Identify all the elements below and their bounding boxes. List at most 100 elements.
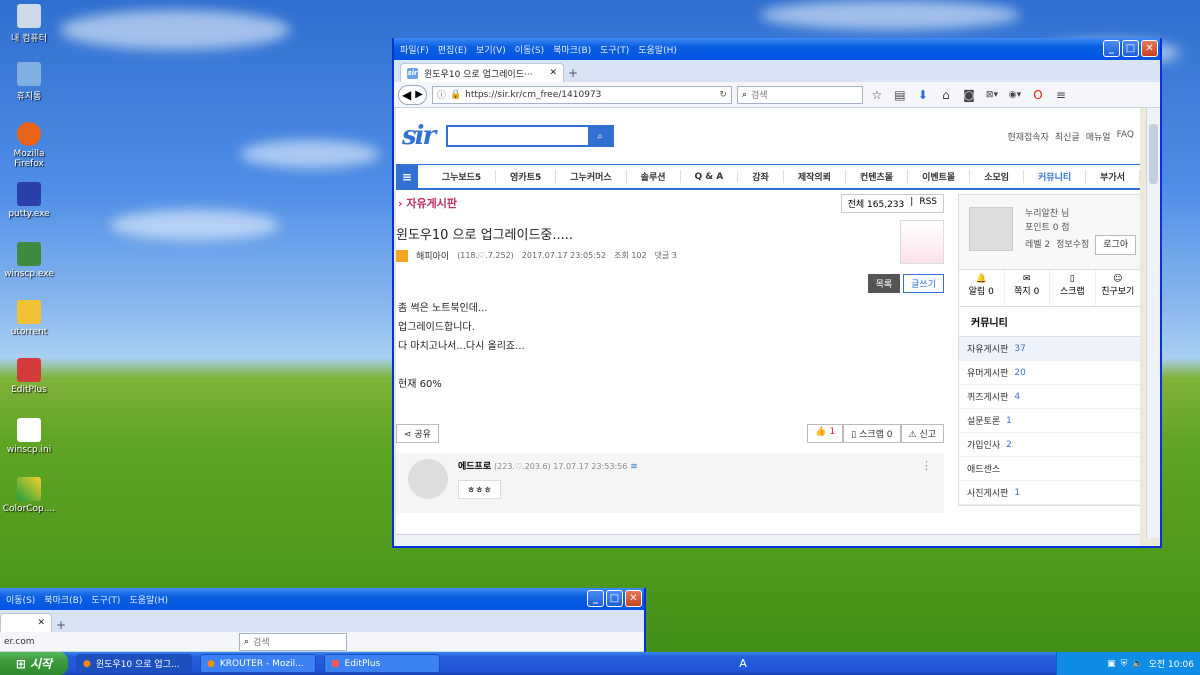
community-item[interactable]: 애드센스: [959, 457, 1140, 481]
new-tab-icon[interactable]: +: [56, 618, 66, 632]
desktop-icon-winscp[interactable]: winscp.exe: [0, 242, 58, 279]
background-browser-window[interactable]: 이동(S) 북마크(B) 도구(T) 도움말(H) _ □ ✕ ✕ + er.com ⌕ 검색: [0, 588, 646, 654]
scrap-list-button[interactable]: ▯ 스크랩: [1050, 270, 1096, 306]
language-indicator[interactable]: A: [739, 657, 757, 670]
menu-bookmarks[interactable]: 북마크(B): [44, 593, 82, 606]
active-tab[interactable]: sir 윈도우10 으로 업그레이드··· ✕: [400, 63, 564, 82]
desktop-icon-recycle-bin[interactable]: 휴지통: [0, 62, 58, 102]
logout-button[interactable]: 로그아: [1095, 235, 1137, 255]
hamburger-menu-icon[interactable]: ≡: [1052, 88, 1070, 102]
download-icon[interactable]: ⬇: [914, 88, 932, 102]
nav-item[interactable]: 소모임: [970, 170, 1025, 183]
list-button[interactable]: 목록: [867, 274, 901, 293]
start-button[interactable]: ⊞ 시작: [0, 652, 68, 675]
forward-icon[interactable]: ▶: [415, 89, 423, 100]
home-icon[interactable]: ⌂: [937, 88, 955, 102]
desktop-icon-firefox[interactable]: Mozilla Firefox: [0, 122, 58, 169]
menu-edit[interactable]: 편집(E): [438, 43, 467, 56]
minimize-button[interactable]: _: [1103, 40, 1120, 57]
taskbar-item-editplus[interactable]: ■ EditPlus: [324, 654, 440, 673]
search-box[interactable]: ⌕ 검색: [239, 632, 347, 651]
maximize-button[interactable]: □: [1122, 40, 1139, 57]
pocket-icon[interactable]: ◙: [960, 88, 978, 102]
nav-item[interactable]: 컨텐츠몰: [846, 170, 909, 183]
addon-icon[interactable]: ⊠▾: [983, 90, 1001, 100]
extension-icon[interactable]: ◉▾: [1006, 90, 1024, 100]
close-button[interactable]: ✕: [625, 590, 642, 607]
nav-item[interactable]: 제작의뢰: [784, 170, 846, 183]
site-search-input[interactable]: ⌕: [446, 125, 615, 147]
menu-go[interactable]: 이동(S): [515, 43, 544, 56]
link-manual[interactable]: 매뉴얼: [1086, 130, 1111, 143]
memo-button[interactable]: ✉ 쪽지 0: [1005, 270, 1050, 306]
nav-item[interactable]: Q & A: [681, 171, 739, 182]
menu-help[interactable]: 도움말(H): [129, 593, 168, 606]
nav-item[interactable]: 그누보드5: [428, 170, 497, 183]
link-current-users[interactable]: 현재접속자: [1007, 130, 1048, 143]
network-icon[interactable]: ▣: [1107, 659, 1116, 669]
community-item[interactable]: 유머게시판201: [959, 361, 1140, 385]
minimize-button[interactable]: _: [587, 590, 604, 607]
menu-tools[interactable]: 도구(T): [600, 43, 629, 56]
link-faq[interactable]: FAQ: [1117, 130, 1134, 143]
community-item[interactable]: 퀴즈게시판 4: [959, 385, 1140, 409]
maximize-button[interactable]: □: [606, 590, 623, 607]
nav-item[interactable]: 이벤트몰: [908, 170, 971, 183]
desktop-icon-utorrent[interactable]: utorrent: [0, 300, 58, 337]
new-tab-icon[interactable]: +: [568, 66, 578, 80]
board-title[interactable]: › 자유게시판: [398, 195, 457, 211]
nav-item[interactable]: 솔루션: [627, 170, 681, 183]
taskbar-item-firefox[interactable]: ● 윈도우10 으로 업그...: [76, 654, 192, 673]
menu-file[interactable]: 파일(F): [400, 43, 429, 56]
desktop-icon-winscp-ini[interactable]: winscp.ini: [0, 418, 58, 455]
report-button[interactable]: ⚠ 신고: [900, 424, 944, 443]
search-box[interactable]: ⌕ 검색: [736, 85, 863, 104]
write-button[interactable]: 글쓰기: [903, 274, 944, 293]
edit-profile-link[interactable]: 정보수정: [1056, 238, 1089, 252]
like-button[interactable]: 👍 1: [807, 424, 844, 443]
url-text[interactable]: er.com: [4, 637, 234, 647]
url-bar[interactable]: ⓘ 🔒 https://sir.kr/cm_free/1410973 ↻: [431, 85, 732, 104]
close-tab-icon[interactable]: ✕: [37, 618, 45, 628]
horizontal-scrollbar[interactable]: [396, 534, 1140, 546]
notification-button[interactable]: 🔔 알림 0: [959, 270, 1005, 306]
link-latest[interactable]: 최신글: [1055, 130, 1080, 143]
scrollbar-thumb[interactable]: [1149, 124, 1158, 184]
rss-link[interactable]: RSS: [919, 197, 937, 210]
clock[interactable]: 오전 10:06: [1149, 657, 1194, 670]
bookmark-star-icon[interactable]: ☆: [868, 88, 886, 102]
taskbar-item-krouter[interactable]: ● KROUTER - Mozil...: [200, 654, 316, 673]
close-tab-icon[interactable]: ✕: [549, 68, 557, 78]
browser-window[interactable]: 파일(F) 편집(E) 보기(V) 이동(S) 북마크(B) 도구(T) 도움말…: [392, 38, 1162, 548]
desktop-icon-editplus[interactable]: EditPlus: [0, 358, 58, 395]
volume-icon[interactable]: 🔈: [1132, 659, 1143, 669]
comment-more-icon[interactable]: ⋮: [921, 459, 932, 507]
close-button[interactable]: ✕: [1141, 40, 1158, 57]
back-icon[interactable]: ◀: [402, 88, 411, 102]
menu-view[interactable]: 보기(V): [476, 43, 506, 56]
browser-tab[interactable]: ✕: [0, 613, 52, 632]
desktop-icon-my-computer[interactable]: 내 컴퓨터: [0, 4, 58, 44]
user-point[interactable]: 포인트 0 점: [1025, 221, 1136, 235]
info-icon[interactable]: ⓘ: [437, 88, 446, 101]
vertical-scrollbar[interactable]: [1146, 108, 1160, 538]
site-search-button[interactable]: ⌕: [588, 127, 613, 145]
menu-bookmarks[interactable]: 북마크(B): [553, 43, 591, 56]
reading-list-icon[interactable]: ▤: [891, 88, 909, 102]
desktop-icon-colorcop[interactable]: ColorCop....: [0, 477, 58, 514]
community-item[interactable]: 자유게시판3716: [959, 337, 1140, 361]
menu-tools[interactable]: 도구(T): [91, 593, 120, 606]
nav-item[interactable]: 부가서: [1086, 170, 1140, 183]
nav-item-community[interactable]: 커뮤니티: [1024, 170, 1087, 183]
sir-logo[interactable]: sir: [402, 121, 436, 151]
scrap-button[interactable]: ▯ 스크랩 0: [843, 424, 901, 443]
author-name[interactable]: 해피아이: [416, 249, 449, 262]
community-item[interactable]: 가입인사 2: [959, 433, 1140, 457]
opera-notification-icon[interactable]: O: [1029, 88, 1047, 102]
nav-item[interactable]: 강좌: [738, 170, 784, 183]
menu-go[interactable]: 이동(S): [6, 593, 35, 606]
desktop-icon-putty[interactable]: putty.exe: [0, 182, 58, 219]
menu-help[interactable]: 도움말(H): [638, 43, 677, 56]
community-item[interactable]: 설문토론 1: [959, 409, 1140, 433]
security-icon[interactable]: ⛨: [1121, 659, 1128, 669]
